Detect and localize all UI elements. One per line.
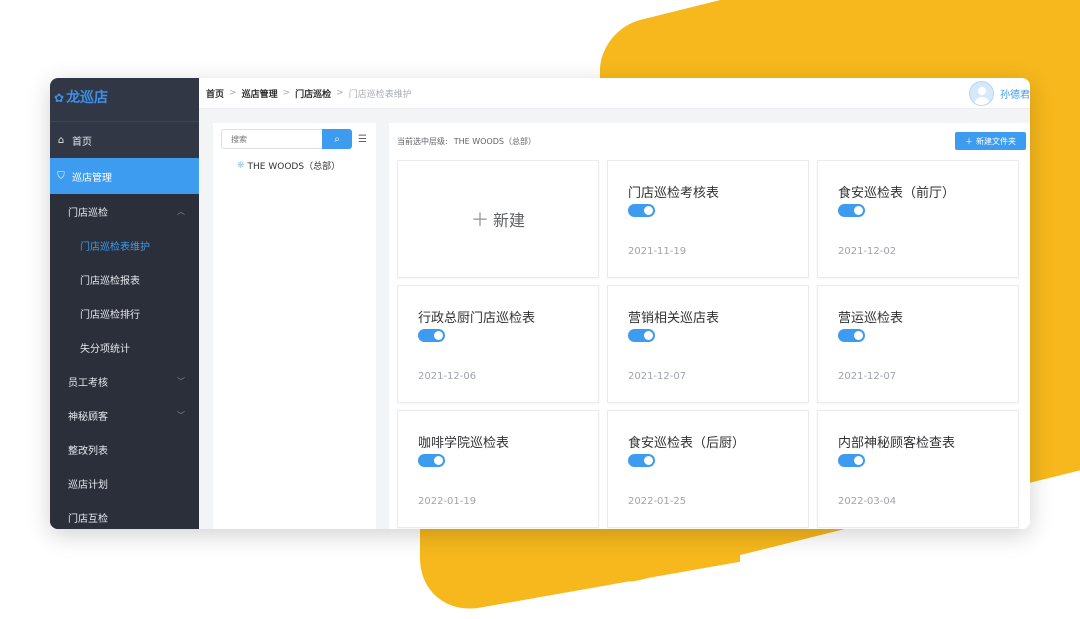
form-card[interactable]: 内部神秘顾客检查表 2022-03-04 — [817, 410, 1019, 528]
sidebar-item-inspection-form-maintenance[interactable]: 门店巡检表维护 — [50, 228, 199, 262]
new-form-card[interactable]: ＋ 新建 — [397, 160, 599, 278]
form-enabled-toggle[interactable] — [838, 454, 865, 467]
form-card-title: 门店巡检考核表 — [628, 186, 720, 201]
chevron-down-icon: ﹀ — [177, 410, 185, 420]
search-button[interactable]: ⌕ — [322, 129, 352, 149]
form-enabled-toggle[interactable] — [628, 329, 655, 342]
breadcrumb-separator: > — [229, 88, 237, 98]
current-level-header: 当前选中层级: THE WOODS（总部） ＋新建文件夹 — [389, 123, 1030, 159]
form-card-date: 2021-12-06 — [418, 371, 477, 382]
form-card[interactable]: 咖啡学院巡检表 2022-01-19 — [397, 410, 599, 528]
sidebar-item-employee-assessment[interactable]: 员工考核 ﹀ — [50, 364, 199, 398]
form-card-date: 2021-12-07 — [838, 371, 897, 382]
form-card-date: 2021-12-02 — [838, 246, 897, 257]
new-folder-button[interactable]: ＋新建文件夹 — [955, 132, 1026, 150]
sidebar-item-inspection-report[interactable]: 门店巡检报表 — [50, 262, 199, 296]
form-card-date: 2022-01-19 — [418, 496, 477, 507]
search-input[interactable] — [221, 129, 322, 149]
form-enabled-toggle[interactable] — [418, 454, 445, 467]
shield-icon: ⛉ — [57, 170, 65, 182]
breadcrumb-separator: > — [336, 88, 344, 98]
sidebar-item-patrol-plan[interactable]: 巡店计划 — [50, 466, 199, 500]
list-filter-icon[interactable]: ☰ — [358, 134, 367, 145]
user-name: 孙德君 — [1000, 90, 1030, 101]
form-card-title: 营运巡检表 — [838, 311, 904, 326]
breadcrumb-patrol-management[interactable]: 巡店管理 — [242, 87, 278, 100]
tree-search: ⌕ ☰ — [221, 129, 368, 149]
logo-icon: ✿ — [54, 91, 65, 105]
form-list-panel: 当前选中层级: THE WOODS（总部） ＋新建文件夹 ＋ 新建 门店巡检考核… — [389, 123, 1030, 529]
form-card-title: 行政总厨门店巡检表 — [418, 311, 536, 326]
app-window: ✿ 龙巡店 ⌂ 首页 ⛉ 巡店管理 门店巡检 ︿ 门店巡检表维护 门店巡检报表 门… — [50, 78, 1030, 529]
form-card[interactable]: 营运巡检表 2021-12-07 — [817, 285, 1019, 403]
form-enabled-toggle[interactable] — [418, 329, 445, 342]
tree-node-root[interactable]: ❋ THE WOODS（总部） — [213, 159, 376, 173]
form-enabled-toggle[interactable] — [628, 454, 655, 467]
form-card-date: 2021-11-19 — [628, 246, 687, 257]
org-node-icon: ❋ — [237, 160, 245, 171]
content-area: ⌕ ☰ ❋ THE WOODS（总部） 当前选中层级: THE WOODS（总部… — [199, 109, 1030, 529]
form-enabled-toggle[interactable] — [838, 204, 865, 217]
sidebar-item-home[interactable]: ⌂ 首页 — [50, 122, 199, 158]
form-enabled-toggle[interactable] — [838, 329, 865, 342]
org-tree-panel: ⌕ ☰ ❋ THE WOODS（总部） — [213, 123, 376, 529]
chevron-down-icon: ﹀ — [177, 376, 185, 386]
top-bar: 首页 > 巡店管理 > 门店巡检 > 门店巡检表维护 孙德君 — [199, 78, 1030, 109]
avatar — [969, 81, 994, 106]
form-card-date: 2022-03-04 — [838, 496, 897, 507]
form-card[interactable]: 食安巡检表（后厨） 2022-01-25 — [607, 410, 809, 528]
user-menu[interactable]: 孙德君 — [969, 81, 1030, 106]
search-icon: ⌕ — [334, 133, 340, 145]
form-card-grid: ＋ 新建 门店巡检考核表 2021-11-19 食安巡检表（前厅） 2021-1… — [397, 160, 1019, 528]
sidebar-item-mystery-shopper[interactable]: 神秘顾客 ﹀ — [50, 398, 199, 432]
breadcrumb-store-inspection[interactable]: 门店巡检 — [295, 87, 331, 100]
breadcrumb-current: 门店巡检表维护 — [348, 89, 412, 100]
breadcrumb-home[interactable]: 首页 — [206, 87, 224, 100]
form-enabled-toggle[interactable] — [628, 204, 655, 217]
chevron-up-icon: ︿ — [177, 206, 185, 216]
form-card-title: 食安巡检表（前厅） — [838, 186, 956, 201]
form-card-title: 食安巡检表（后厨） — [628, 436, 746, 451]
form-card-title: 内部神秘顾客检查表 — [838, 436, 956, 451]
form-card[interactable]: 食安巡检表（前厅） 2021-12-02 — [817, 160, 1019, 278]
plus-icon: ＋ — [470, 210, 489, 231]
sidebar-item-deduction-stats[interactable]: 失分项统计 — [50, 330, 199, 364]
sidebar-item-rectification-list[interactable]: 整改列表 — [50, 432, 199, 466]
form-card-date: 2022-01-25 — [628, 496, 687, 507]
breadcrumb-separator: > — [282, 88, 291, 98]
sidebar-item-store-inspection[interactable]: 门店巡检 ︿ — [50, 194, 199, 228]
current-level-value: THE WOODS（总部） — [453, 136, 536, 146]
store-icon: ⌂ — [57, 134, 65, 146]
form-card[interactable]: 营销相关巡店表 2021-12-07 — [607, 285, 809, 403]
sidebar: ✿ 龙巡店 ⌂ 首页 ⛉ 巡店管理 门店巡检 ︿ 门店巡检表维护 门店巡检报表 门… — [50, 78, 199, 529]
plus-icon: ＋ — [965, 136, 973, 146]
app-logo[interactable]: ✿ 龙巡店 — [50, 78, 199, 122]
current-level-label: 当前选中层级: — [397, 136, 448, 146]
form-card-date: 2021-12-07 — [628, 371, 687, 382]
form-card[interactable]: 门店巡检考核表 2021-11-19 — [607, 160, 809, 278]
form-card[interactable]: 行政总厨门店巡检表 2021-12-06 — [397, 285, 599, 403]
sidebar-item-store-patrol-management[interactable]: ⛉ 巡店管理 — [50, 158, 199, 194]
form-card-title: 咖啡学院巡检表 — [418, 436, 510, 451]
sidebar-item-mutual-inspection[interactable]: 门店互检 — [50, 500, 199, 529]
form-card-title: 营销相关巡店表 — [628, 311, 720, 326]
sidebar-item-inspection-ranking[interactable]: 门店巡检排行 — [50, 296, 199, 330]
